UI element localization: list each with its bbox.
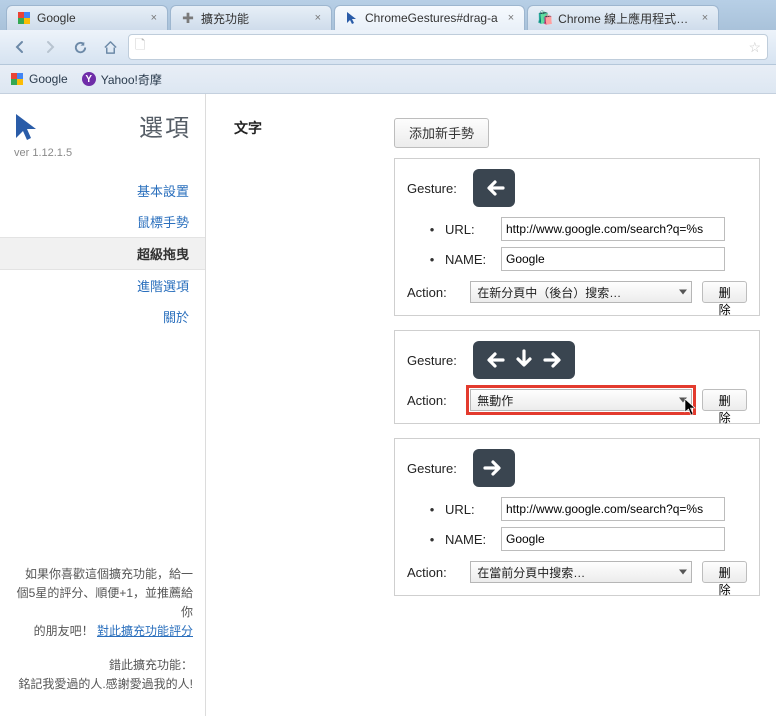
reload-button[interactable] xyxy=(68,35,92,59)
name-input[interactable] xyxy=(501,247,725,271)
puzzle-icon: ✚ xyxy=(181,11,195,25)
sidebar-item-about[interactable]: 關於 xyxy=(0,301,205,332)
gesture-fields: URL: NAME: xyxy=(407,217,747,271)
gesture-card: Gesture: URL: NAME: Action: 在當前分頁中搜索… 删除 xyxy=(394,438,760,596)
google-icon xyxy=(17,11,31,25)
tab-title: ChromeGestures#drag-a xyxy=(365,11,498,25)
url-label: URL: xyxy=(445,502,493,517)
arrow-right-icon xyxy=(541,347,567,373)
chevron-down-icon xyxy=(679,290,687,295)
url-input[interactable] xyxy=(149,36,744,58)
options-sidebar: 選項 ver 1.12.1.5 基本設置 鼠標手勢 超級拖曳 進階選項 關於 如… xyxy=(0,94,206,716)
action-select[interactable]: 在新分頁中（後台）搜索… xyxy=(470,281,692,303)
tab-title: Google xyxy=(37,11,76,25)
gesture-fields: URL: NAME: xyxy=(407,497,747,551)
url-label: URL: xyxy=(445,222,493,237)
bookmark-item[interactable]: Google xyxy=(10,72,68,86)
rate-link[interactable]: 對此擴充功能評分 xyxy=(97,624,193,638)
delete-button[interactable]: 删除 xyxy=(702,561,747,583)
yahoo-icon: Y xyxy=(82,72,96,86)
browser-toolbar: 🗋 ☆ xyxy=(0,30,776,65)
bookmark-star-icon[interactable]: ☆ xyxy=(748,39,761,56)
credit-text: 錯此擴充功能： xyxy=(109,658,193,672)
action-select[interactable]: 無動作 xyxy=(470,389,692,411)
browser-tab[interactable]: 🛍️ Chrome 線上應用程式商店 × xyxy=(527,5,719,30)
action-row: Action: 在新分頁中（後台）搜索… 删除 xyxy=(407,281,747,303)
back-button[interactable] xyxy=(8,35,32,59)
chevron-down-icon xyxy=(679,570,687,575)
store-icon: 🛍️ xyxy=(538,11,552,25)
browser-tab[interactable]: Google × xyxy=(6,5,168,30)
version-label: ver 1.12.1.5 xyxy=(0,147,205,169)
promo-text: 個5星的評分、順便+1，並推薦給你 xyxy=(17,586,193,619)
url-input[interactable] xyxy=(501,497,725,521)
name-input[interactable] xyxy=(501,527,725,551)
close-icon[interactable]: × xyxy=(504,12,514,24)
close-icon[interactable]: × xyxy=(147,12,157,24)
action-select-wrap: 無動作 xyxy=(470,389,692,411)
action-label: Action: xyxy=(407,285,460,300)
bookmark-item[interactable]: Y Yahoo!奇摩 xyxy=(82,71,162,88)
gesture-label: Gesture: xyxy=(407,461,463,476)
gesture-card: Gesture: Action: 無動作 删除 xyxy=(394,330,760,424)
options-content: 文字 添加新手勢 Gesture: URL: NAME: Action: 在新分… xyxy=(206,94,776,716)
extension-logo-icon xyxy=(14,112,40,145)
sidebar-item-drag[interactable]: 超級拖曳 xyxy=(0,237,205,270)
close-icon[interactable]: × xyxy=(311,12,321,24)
home-button[interactable] xyxy=(98,35,122,59)
action-select-value: 無動作 xyxy=(477,392,513,409)
sidebar-item-advanced[interactable]: 進階選項 xyxy=(0,270,205,301)
credit-text: 銘記我愛過的人.感謝愛過我的人! xyxy=(18,677,193,691)
action-label: Action: xyxy=(407,565,460,580)
promo-text: 的朋友吧！ xyxy=(34,624,94,638)
action-select-wrap: 在當前分頁中搜索… xyxy=(470,561,692,583)
browser-tab-strip: Google × ✚ 擴充功能 × ChromeGestures#drag-a … xyxy=(0,0,776,30)
address-bar[interactable]: 🗋 ☆ xyxy=(128,34,768,60)
name-label: NAME: xyxy=(445,532,493,547)
url-input[interactable] xyxy=(501,217,725,241)
action-row: Action: 無動作 删除 xyxy=(407,389,747,411)
gesture-preview xyxy=(473,449,515,487)
cursor-icon xyxy=(345,11,359,25)
page-icon: 🗋 xyxy=(135,36,145,58)
mouse-cursor-icon xyxy=(684,398,698,419)
tab-title: Chrome 線上應用程式商店 xyxy=(558,10,692,27)
promo-text: 如果你喜歡這個擴充功能，給一 xyxy=(25,567,193,581)
action-select-value: 在當前分頁中搜索… xyxy=(477,564,585,581)
sidebar-footer: 如果你喜歡這個擴充功能，給一 個5星的評分、順便+1，並推薦給你 的朋友吧！ 對… xyxy=(0,555,205,708)
forward-button[interactable] xyxy=(38,35,62,59)
arrow-right-icon xyxy=(481,455,507,481)
add-gesture-button[interactable]: 添加新手勢 xyxy=(394,118,489,148)
arrow-down-icon xyxy=(511,347,537,373)
action-label: Action: xyxy=(407,393,460,408)
browser-tab-active[interactable]: ChromeGestures#drag-a × xyxy=(334,5,525,30)
page-title: 選項 xyxy=(139,108,191,143)
action-row: Action: 在當前分頁中搜索… 删除 xyxy=(407,561,747,583)
action-select-wrap: 在新分頁中（後台）搜索… xyxy=(470,281,692,303)
delete-button[interactable]: 删除 xyxy=(702,281,747,303)
gesture-card: Gesture: URL: NAME: Action: 在新分頁中（後台）搜索…… xyxy=(394,158,760,316)
bookmarks-bar: Google Y Yahoo!奇摩 xyxy=(0,65,776,94)
sidebar-item-basic[interactable]: 基本設置 xyxy=(0,175,205,206)
bookmark-label: Google xyxy=(29,72,68,86)
gesture-label: Gesture: xyxy=(407,181,463,196)
gesture-preview xyxy=(473,169,515,207)
arrow-left-icon xyxy=(481,175,507,201)
tab-title: 擴充功能 xyxy=(201,10,249,27)
action-select-value: 在新分頁中（後台）搜索… xyxy=(477,284,621,301)
delete-button[interactable]: 删除 xyxy=(702,389,747,411)
browser-tab[interactable]: ✚ 擴充功能 × xyxy=(170,5,332,30)
name-label: NAME: xyxy=(445,252,493,267)
bookmark-label: Yahoo!奇摩 xyxy=(101,71,162,88)
gesture-label: Gesture: xyxy=(407,353,463,368)
gesture-preview xyxy=(473,341,575,379)
section-heading: 文字 xyxy=(234,118,274,138)
action-select[interactable]: 在當前分頁中搜索… xyxy=(470,561,692,583)
arrow-left-icon xyxy=(481,347,507,373)
google-icon xyxy=(10,72,24,86)
sidebar-item-mouse[interactable]: 鼠標手勢 xyxy=(0,206,205,237)
close-icon[interactable]: × xyxy=(698,12,708,24)
